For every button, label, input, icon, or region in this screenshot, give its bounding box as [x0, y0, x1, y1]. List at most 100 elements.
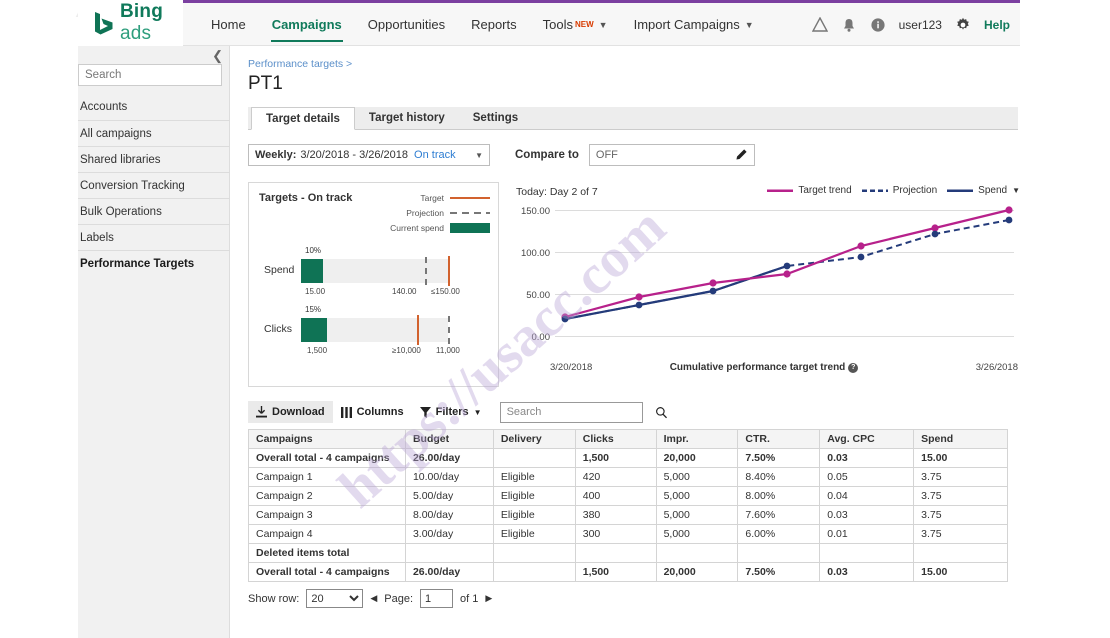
svg-text:0.00: 0.00 — [532, 332, 551, 343]
cell-spend: 3.75 — [913, 524, 1008, 544]
table-row[interactable]: Campaign 4 3.00/day Eligible 300 5,000 6… — [248, 524, 1008, 544]
tab-target-details[interactable]: Target details — [251, 107, 355, 130]
sidebar-item-shared-libraries[interactable]: Shared libraries — [78, 146, 230, 172]
cell-ctr: 8.40% — [737, 467, 821, 487]
cell-clicks: 380 — [574, 505, 657, 525]
cell-delivery: Eligible — [492, 505, 576, 525]
nav-item-reports[interactable]: Reports — [458, 3, 530, 46]
compare-to-field[interactable]: OFF — [588, 144, 755, 166]
nav-item-import-campaigns[interactable]: Import Campaigns ▼ — [621, 3, 767, 46]
page-total-label: of 1 — [460, 592, 479, 605]
sidebar-item-labels[interactable]: Labels — [78, 224, 230, 250]
range-value: 3/20/2018 - 3/26/2018 — [300, 149, 409, 161]
edit-pencil-icon[interactable] — [734, 148, 748, 165]
tab-label: Settings — [472, 111, 519, 124]
cell-ctr: 7.50% — [737, 448, 821, 468]
chart-legend: Target trend Projection Spend ▼ — [767, 185, 1020, 196]
column-header-ctr[interactable]: CTR. — [737, 429, 821, 449]
cell-campaign-link[interactable]: Campaign 4 — [248, 524, 406, 544]
filters-button[interactable]: Filters ▼ — [412, 401, 490, 423]
cumulative-trend-chart: Today: Day 2 of 7 Target trend Projectio… — [508, 182, 1020, 387]
table-row[interactable]: Campaign 3 8.00/day Eligible 380 5,000 7… — [248, 505, 1008, 525]
legend-label: Projection — [406, 207, 444, 218]
columns-icon — [340, 406, 352, 418]
cell-spend: 3.75 — [913, 467, 1008, 487]
cell-delivery — [492, 448, 576, 468]
info-icon[interactable] — [870, 17, 886, 33]
filters-label: Filters — [435, 406, 469, 418]
cell-ctr: 7.60% — [737, 505, 821, 525]
sidebar-item-label: Labels — [80, 231, 114, 244]
bar-target-tick-clicks — [417, 315, 419, 345]
chevron-down-icon[interactable]: ▼ — [1012, 186, 1020, 195]
gear-icon[interactable] — [955, 17, 971, 33]
help-info-icon[interactable]: ? — [848, 363, 859, 373]
sidebar-item-conversion-tracking[interactable]: Conversion Tracking — [78, 172, 230, 198]
columns-button[interactable]: Columns — [333, 401, 412, 423]
bing-ads-logo[interactable]: Bing ads — [78, 0, 183, 46]
bar-fill-clicks — [301, 318, 327, 342]
legend-projection[interactable]: Projection — [861, 185, 937, 196]
cell-avg-cpc: 0.03 — [819, 505, 915, 525]
download-button[interactable]: Download — [248, 401, 333, 423]
sidebar-search[interactable] — [78, 64, 257, 86]
cell-spend — [913, 543, 1008, 563]
nav-item-campaigns[interactable]: Campaigns — [259, 3, 355, 46]
table-search[interactable] — [499, 401, 667, 423]
legend-target-trend[interactable]: Target trend — [767, 185, 852, 196]
cell-campaign-link[interactable]: Campaign 3 — [248, 505, 406, 525]
search-icon[interactable] — [655, 406, 668, 419]
cell-clicks: 1,500 — [574, 562, 657, 582]
tab-label: Target history — [368, 111, 445, 124]
spend-line-swatch — [947, 189, 974, 192]
sidebar-item-all-campaigns[interactable]: All campaigns — [78, 120, 230, 146]
nav-label: Reports — [471, 17, 517, 32]
column-header-delivery[interactable]: Delivery — [492, 429, 576, 449]
cell-impr: 20,000 — [655, 448, 739, 468]
filter-icon — [419, 406, 431, 418]
cell-impr: 5,000 — [655, 505, 739, 525]
user-name[interactable]: user123 — [899, 18, 942, 32]
column-header-spend[interactable]: Spend — [913, 429, 1008, 449]
table-row[interactable]: Campaign 1 10.00/day Eligible 420 5,000 … — [248, 467, 1008, 487]
bar-track-clicks — [301, 315, 450, 345]
sidebar-item-bulk-operations[interactable]: Bulk Operations — [78, 198, 230, 224]
cell-ctr: 6.00% — [737, 524, 821, 544]
show-row-select[interactable]: 20 50 100 — [306, 589, 364, 608]
sidebar-item-label: Bulk Operations — [80, 205, 162, 218]
cell-campaign-link[interactable]: Campaign 2 — [248, 486, 406, 506]
column-header-clicks[interactable]: Clicks — [574, 429, 657, 449]
search-input[interactable] — [79, 69, 245, 81]
cell-spend: 3.75 — [913, 505, 1008, 525]
sidebar-menu: Accounts All campaigns Shared libraries … — [78, 94, 230, 276]
legend-spend[interactable]: Spend ▼ — [947, 185, 1020, 196]
page-number-input[interactable] — [420, 589, 454, 608]
range-status: On track — [414, 149, 456, 161]
table-search-input[interactable] — [500, 406, 655, 418]
date-range-dropdown[interactable]: Weekly: 3/20/2018 - 3/26/2018 On track ▼ — [248, 144, 490, 166]
tab-target-history[interactable]: Target history — [355, 106, 459, 129]
sidebar-item-performance-targets[interactable]: Performance Targets — [78, 250, 230, 276]
sidebar-item-accounts[interactable]: Accounts — [78, 94, 230, 120]
cell-campaign-link[interactable]: Campaign 1 — [248, 467, 406, 487]
nav-item-opportunities[interactable]: Opportunities — [355, 3, 458, 46]
help-link[interactable]: Help — [984, 18, 1010, 32]
chevron-down-icon: ▼ — [744, 19, 754, 30]
column-header-campaigns[interactable]: Campaigns — [248, 429, 406, 449]
column-header-avg-cpc[interactable]: Avg. CPC — [819, 429, 915, 449]
sidebar-collapse-icon[interactable]: ❮ — [212, 48, 223, 64]
prev-page-icon[interactable]: ◀ — [370, 593, 377, 604]
nav-item-home[interactable]: Home — [198, 3, 259, 46]
next-page-icon[interactable]: ▶ — [485, 593, 492, 604]
tab-settings[interactable]: Settings — [459, 106, 532, 129]
targets-panel-legend: Target Projection Current spend — [390, 190, 490, 235]
table-row[interactable]: Campaign 2 5.00/day Eligible 400 5,000 8… — [248, 486, 1008, 506]
column-header-impr[interactable]: Impr. — [655, 429, 739, 449]
breadcrumb[interactable]: Performance targets > — [248, 58, 1020, 70]
warning-icon[interactable] — [811, 16, 828, 33]
column-header-budget[interactable]: Budget — [404, 429, 494, 449]
bar-projection-label-spend: 140.00 — [392, 287, 417, 296]
campaigns-table: Campaigns Budget Delivery Clicks Impr. C… — [248, 429, 1008, 582]
nav-item-tools[interactable]: Tools NEW ▼ — [530, 3, 621, 46]
bell-icon[interactable] — [841, 17, 857, 33]
